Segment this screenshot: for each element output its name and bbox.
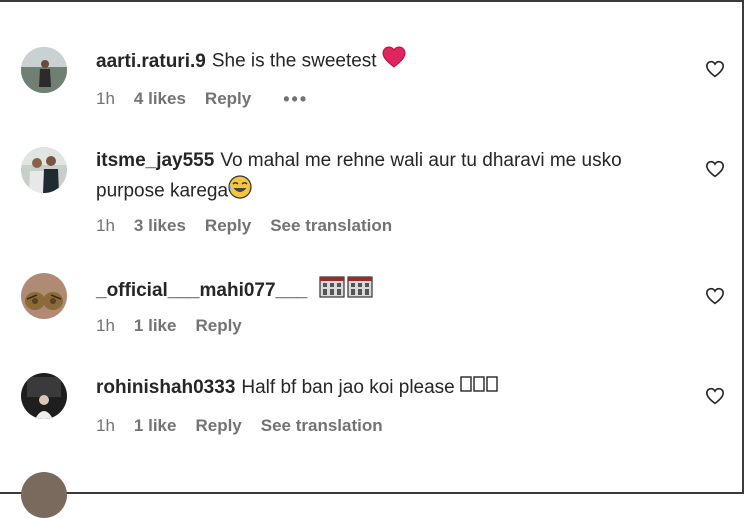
avatar[interactable]: [21, 47, 67, 93]
reply-button[interactable]: Reply: [195, 416, 241, 436]
comment-time: 1h: [96, 316, 115, 335]
comment-likes[interactable]: 3 likes: [134, 216, 186, 236]
comment-username[interactable]: rohinishah0333: [96, 377, 235, 398]
laughing-tears-emoji-icon: [228, 175, 252, 208]
comment-text: She is the sweetest: [211, 50, 377, 72]
see-translation-button[interactable]: See translation: [261, 416, 383, 436]
avatar[interactable]: [21, 273, 67, 319]
comment-likes[interactable]: 1 like: [134, 316, 177, 336]
window-top-border: [0, 0, 744, 2]
reply-button[interactable]: Reply: [195, 316, 241, 336]
comment-body: _official___mahi077___: [96, 274, 686, 307]
heart-outline-icon[interactable]: [705, 287, 725, 305]
comment-time: 1h: [96, 89, 115, 108]
comment-username[interactable]: itsme_jay555: [96, 150, 214, 171]
comment-meta: 1h 1 like Reply: [96, 314, 261, 338]
comment-meta: 1h 1 like Reply See translation: [96, 414, 383, 438]
comment-likes[interactable]: 4 likes: [134, 89, 186, 109]
unsupported-glyph-icon: [460, 374, 500, 402]
heart-emoji-icon: [382, 46, 406, 77]
comment-username[interactable]: aarti.raturi.9: [96, 51, 206, 72]
avatar[interactable]: [21, 147, 67, 193]
see-translation-button[interactable]: See translation: [270, 216, 392, 236]
comment-text: Half bf ban jao koi please: [241, 377, 455, 399]
reply-button[interactable]: Reply: [205, 216, 251, 236]
heart-outline-icon[interactable]: [705, 60, 725, 78]
heart-outline-icon[interactable]: [705, 160, 725, 178]
reply-button[interactable]: Reply: [205, 89, 251, 109]
comment-body: aarti.raturi.9 She is the sweetest: [96, 46, 686, 77]
heart-outline-icon[interactable]: [705, 387, 725, 405]
more-options-icon[interactable]: •••: [283, 89, 308, 110]
avatar[interactable]: [21, 373, 67, 419]
comment-username[interactable]: _official___mahi077___: [96, 280, 307, 301]
comment-meta: 1h 4 likes Reply •••: [96, 87, 308, 111]
comment-time: 1h: [96, 416, 115, 435]
building-emoji-icon: [346, 274, 373, 307]
comment-time: 1h: [96, 216, 115, 235]
building-emoji-icon: [318, 274, 345, 307]
comment-meta: 1h 3 likes Reply See translation: [96, 214, 392, 238]
comment-body: rohinishah0333 Half bf ban jao koi please: [96, 374, 686, 402]
avatar[interactable]: [21, 472, 67, 518]
comment-likes[interactable]: 1 like: [134, 416, 177, 436]
comment-body: itsme_jay555 Vo mahal me rehne wali aur t…: [96, 147, 686, 208]
